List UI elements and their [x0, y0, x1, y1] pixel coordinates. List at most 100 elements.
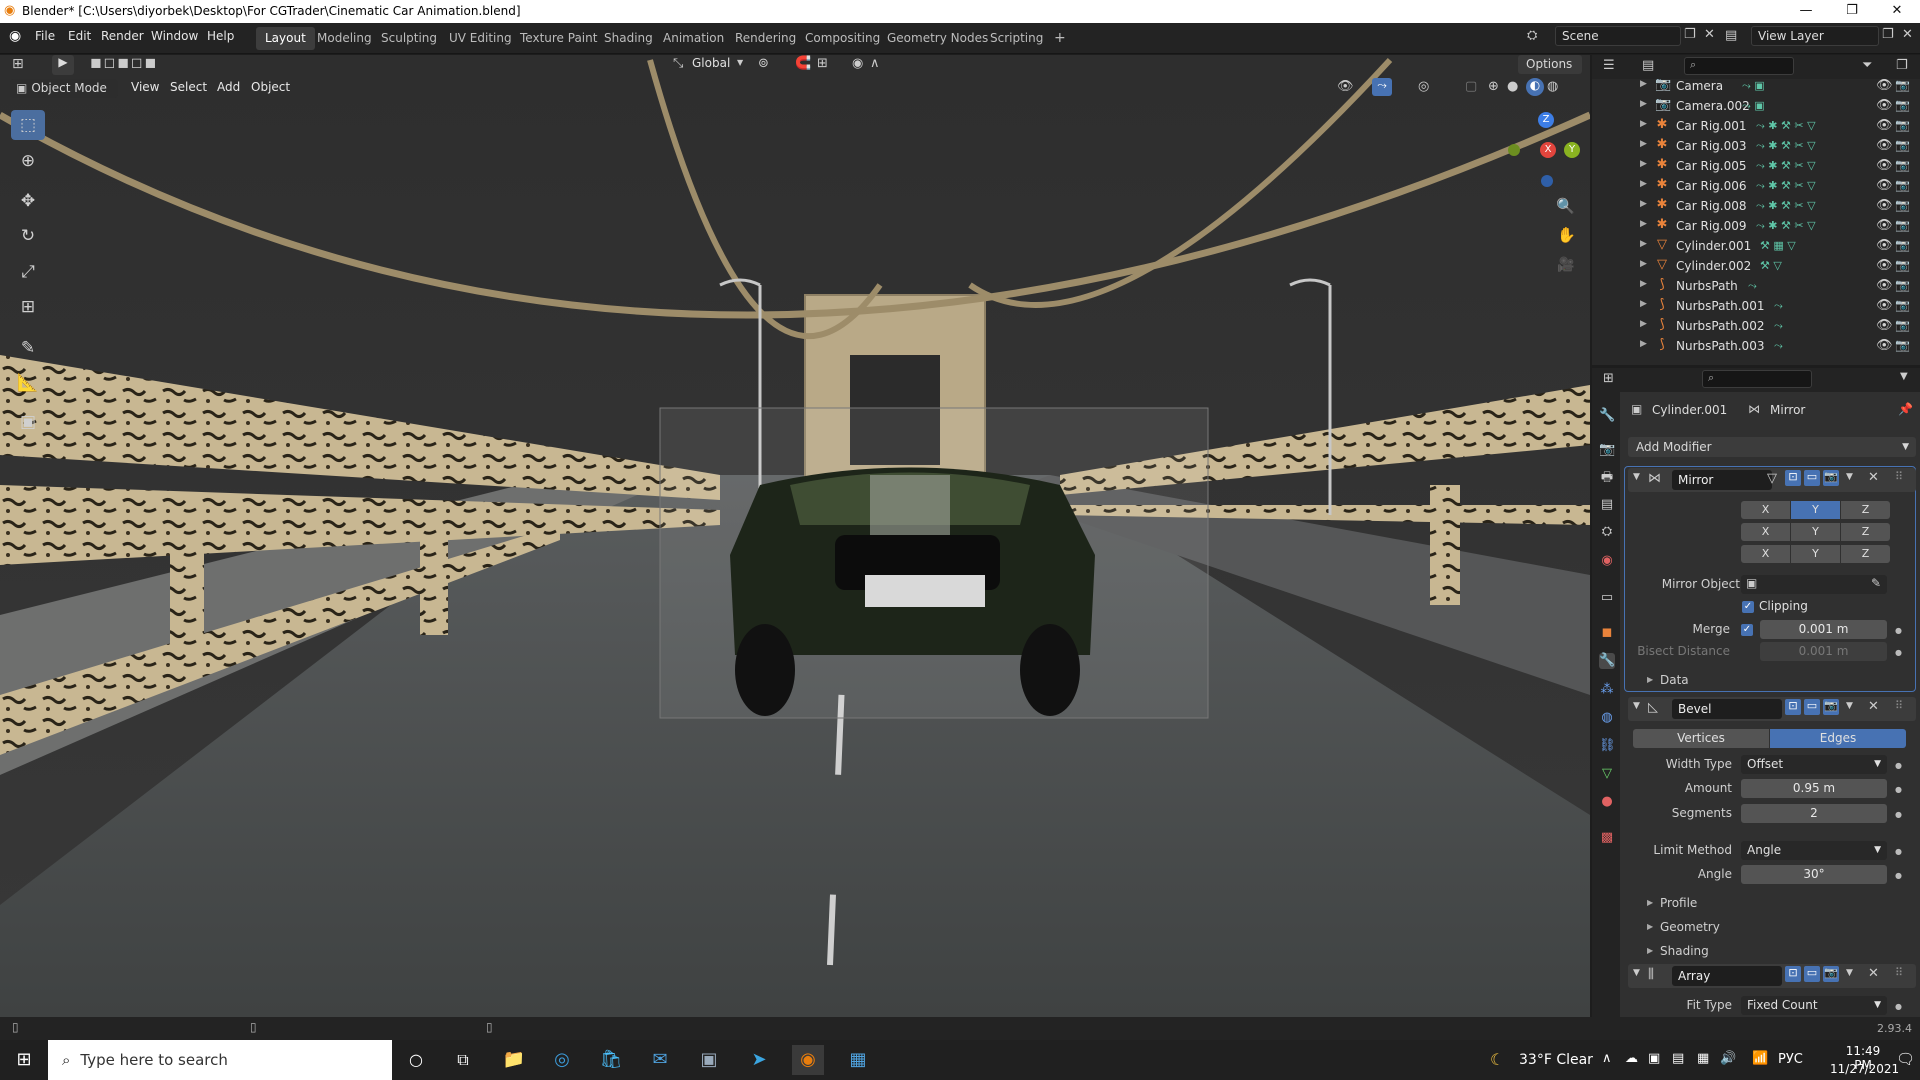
- add-workspace-button[interactable]: +: [1045, 27, 1075, 50]
- delete-scene-icon[interactable]: ✕: [1704, 27, 1715, 42]
- tray-app2-icon[interactable]: ▤: [1672, 1051, 1684, 1066]
- gizmo-y-axis[interactable]: Y: [1564, 142, 1580, 158]
- tab-layout[interactable]: Layout: [256, 27, 315, 50]
- render-camera-icon[interactable]: 📷: [1895, 178, 1910, 192]
- copy-view-layer-icon[interactable]: ❐: [1882, 27, 1894, 42]
- viewport-display-icon[interactable]: ▭: [1804, 699, 1820, 715]
- tab-uv-editing[interactable]: UV Editing: [440, 27, 521, 50]
- gizmo-z-axis[interactable]: Z: [1538, 112, 1554, 128]
- onedrive-icon[interactable]: ☁: [1625, 1051, 1638, 1066]
- tab-geometry-nodes[interactable]: Geometry Nodes: [878, 27, 997, 50]
- render-camera-icon[interactable]: 📷: [1895, 338, 1910, 352]
- select-box-tool-icon[interactable]: ⬚: [11, 110, 45, 140]
- filter-icon[interactable]: ⏷: [1862, 58, 1872, 73]
- gizmo-x-axis[interactable]: X: [1540, 142, 1556, 158]
- expand-icon[interactable]: ▶: [1640, 159, 1647, 169]
- expand-icon[interactable]: ▶: [1640, 339, 1647, 349]
- select-tool-icon[interactable]: ▶: [52, 55, 74, 75]
- bisect-y-toggle[interactable]: Y: [1791, 523, 1840, 541]
- bisect-x-toggle[interactable]: X: [1741, 523, 1790, 541]
- bevel-name-field[interactable]: Bevel: [1672, 699, 1782, 719]
- pivot-point-icon[interactable]: ⊚: [758, 56, 769, 71]
- keyframe-dot-icon[interactable]: ●: [1895, 785, 1902, 794]
- pan-hand-icon[interactable]: ✋: [1557, 226, 1576, 244]
- limit-method-select[interactable]: Angle ▼: [1741, 841, 1887, 860]
- visibility-eye-icon[interactable]: 👁: [1876, 278, 1893, 293]
- render-display-icon[interactable]: 📷: [1823, 966, 1839, 982]
- outliner-row[interactable]: ▶ ⟆ NurbsPath ⤳ 👁 📷: [1592, 276, 1920, 296]
- annotate-tool-icon[interactable]: ✎: [11, 333, 45, 363]
- collapse-icon[interactable]: ▼: [1633, 701, 1640, 711]
- options-dropdown[interactable]: Options: [1518, 55, 1582, 74]
- outliner-row[interactable]: ▶ ✱ Car Rig.008 ⤳ ✱ ⚒ ✂ ▽ 👁 📷: [1592, 196, 1920, 216]
- axis-x-toggle[interactable]: X: [1741, 501, 1790, 519]
- modifier-tab-icon[interactable]: 🔧: [1599, 653, 1615, 669]
- shading-subpanel[interactable]: Shading: [1660, 944, 1709, 958]
- expand-icon[interactable]: ▶: [1640, 179, 1647, 189]
- properties-editor-icon[interactable]: ⊞: [1603, 371, 1614, 386]
- constraints-tab-icon[interactable]: ⛓: [1599, 738, 1616, 754]
- viewport-display-icon[interactable]: ▭: [1804, 966, 1820, 982]
- volume-icon[interactable]: 🔊: [1720, 1051, 1736, 1066]
- geometry-subpanel[interactable]: Geometry: [1660, 920, 1720, 934]
- outliner-search-input[interactable]: [1684, 57, 1794, 75]
- render-camera-icon[interactable]: 📷: [1895, 198, 1910, 212]
- task-view-icon[interactable]: ⧉: [447, 1045, 479, 1075]
- render-camera-icon[interactable]: 📷: [1895, 258, 1910, 272]
- visibility-eye-icon[interactable]: 👁: [1876, 178, 1893, 193]
- collection-tab-icon[interactable]: ▭: [1599, 590, 1615, 606]
- rendered-shading-icon[interactable]: ◍: [1547, 79, 1558, 94]
- merge-distance-input[interactable]: 0.001 m: [1760, 620, 1887, 639]
- array-name-field[interactable]: Array: [1672, 966, 1782, 986]
- cage-icon[interactable]: ⊡: [1785, 470, 1801, 486]
- tool-tab-icon[interactable]: 🔧: [1599, 408, 1615, 424]
- width-type-select[interactable]: Offset ▼: [1741, 755, 1887, 774]
- fit-type-select[interactable]: Fixed Count ▼: [1741, 996, 1887, 1015]
- proportional-edit-icon[interactable]: ◉: [852, 56, 863, 71]
- chevron-down-icon[interactable]: ▼: [737, 58, 743, 67]
- drag-handle-icon[interactable]: ⠿: [1895, 699, 1903, 712]
- render-display-icon[interactable]: 📷: [1823, 699, 1839, 715]
- visibility-eye-icon[interactable]: 👁: [1876, 338, 1893, 353]
- chevron-down-icon[interactable]: ▼: [1846, 701, 1853, 711]
- outliner-row[interactable]: ▶ 📷 Camera.002 ⤳ ▣ 👁 📷: [1592, 96, 1920, 116]
- tray-app3-icon[interactable]: ▦: [1697, 1051, 1709, 1066]
- expand-icon[interactable]: ▶: [1640, 319, 1647, 329]
- new-collection-icon[interactable]: ❐: [1896, 58, 1908, 73]
- render-camera-icon[interactable]: 📷: [1895, 78, 1910, 92]
- menu-file[interactable]: File: [35, 29, 55, 43]
- expand-icon[interactable]: ▶: [1640, 239, 1647, 249]
- keyframe-dot-icon[interactable]: ●: [1895, 871, 1902, 880]
- flip-z-toggle[interactable]: Z: [1841, 545, 1890, 563]
- viewport-menu-select[interactable]: Select: [170, 80, 207, 94]
- scene-icon[interactable]: ⛭: [1527, 28, 1537, 43]
- visibility-eye-icon[interactable]: 👁: [1876, 218, 1893, 233]
- visibility-eye-icon[interactable]: 👁: [1876, 318, 1893, 333]
- menu-help[interactable]: Help: [207, 29, 234, 43]
- profile-subpanel[interactable]: Profile: [1660, 896, 1697, 910]
- gizmo-toggle-icon[interactable]: ⤳: [1372, 78, 1392, 96]
- physics-tab-icon[interactable]: ◍: [1599, 710, 1615, 726]
- viewport-menu-add[interactable]: Add: [217, 80, 240, 94]
- render-camera-icon[interactable]: 📷: [1895, 278, 1910, 292]
- outliner-row[interactable]: ▶ ▽ Cylinder.001 ⚒ ▦ ▽ 👁 📷: [1592, 236, 1920, 256]
- visibility-eye-icon[interactable]: 👁: [1876, 158, 1893, 173]
- language-indicator[interactable]: РУС: [1778, 1052, 1803, 1067]
- eyedropper-icon[interactable]: ✎: [1871, 576, 1881, 590]
- visibility-eye-icon[interactable]: 👁: [1876, 78, 1893, 93]
- render-camera-icon[interactable]: 📷: [1895, 218, 1910, 232]
- object-mode-dropdown[interactable]: ▣ Object Mode: [10, 79, 118, 98]
- drag-handle-icon[interactable]: ⠿: [1895, 966, 1903, 979]
- tray-chevron-icon[interactable]: ∧: [1602, 1051, 1612, 1066]
- photos-icon[interactable]: ▦: [842, 1045, 874, 1075]
- close-icon[interactable]: ✕: [1868, 699, 1879, 714]
- render-camera-icon[interactable]: 📷: [1895, 118, 1910, 132]
- menu-window[interactable]: Window: [151, 29, 198, 43]
- cursor-tool-icon[interactable]: ⊕: [11, 146, 45, 176]
- outliner-editor-icon[interactable]: ☰: [1603, 58, 1615, 73]
- render-tab-icon[interactable]: 📷: [1599, 442, 1615, 458]
- weather-text[interactable]: 33°F Clear: [1519, 1052, 1593, 1068]
- blender-taskbar-icon[interactable]: ◉: [792, 1045, 824, 1075]
- particles-tab-icon[interactable]: ⁂: [1599, 682, 1615, 698]
- world-tab-icon[interactable]: ◉: [1599, 553, 1615, 569]
